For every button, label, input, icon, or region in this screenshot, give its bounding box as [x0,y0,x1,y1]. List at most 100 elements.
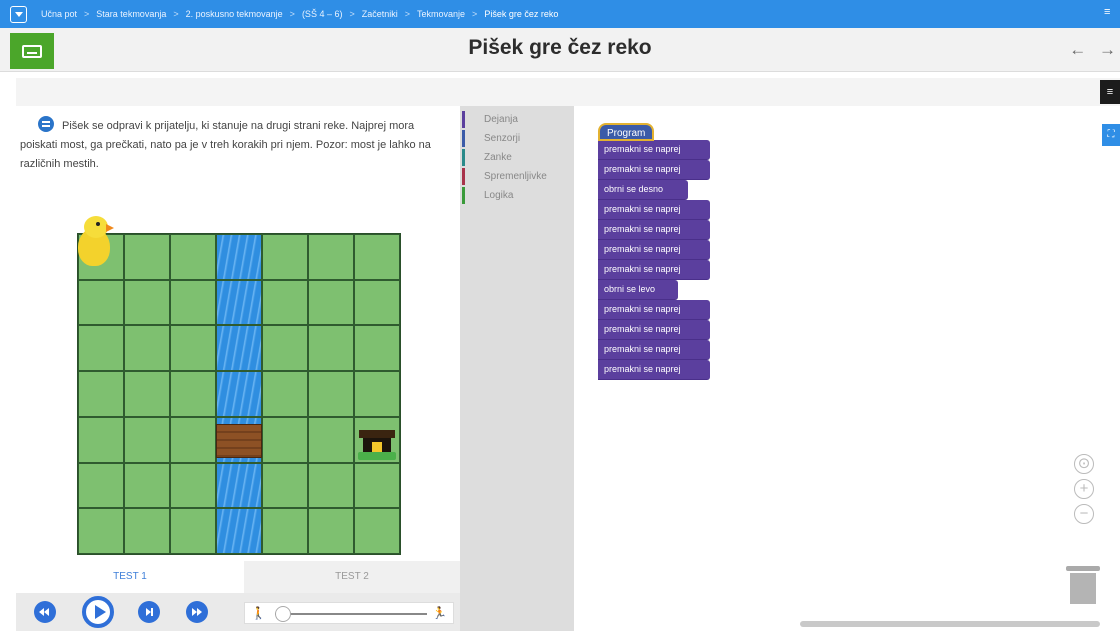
grass-cell [170,462,216,509]
move-forward-block[interactable]: premakni se naprej [598,360,710,380]
run-fast-icon: 🏃 [432,606,447,620]
menu-icon[interactable]: ≡ [1104,6,1114,18]
category-label: Senzorji [484,133,521,144]
grass-cell [124,325,170,372]
move-forward-block[interactable]: premakni se naprej [598,320,710,340]
grass-cell [170,371,216,417]
grass-cell [124,508,170,554]
grass-cell [124,279,170,326]
grass-cell [124,371,170,417]
move-forward-block[interactable]: premakni se naprej [598,240,710,260]
speed-knob[interactable] [275,606,291,622]
water-cell [216,325,262,372]
rewind-button[interactable] [34,601,56,623]
grass-cell [170,416,216,463]
category-label: Zanke [484,152,512,163]
test-tabs: TEST 1 TEST 2 [16,561,460,593]
grass-cell [78,279,124,326]
grass-cell [78,508,124,554]
horizontal-scrollbar[interactable] [800,621,1100,627]
house-roof [359,430,395,438]
breadcrumb-item[interactable]: Učna pot [41,9,77,19]
grass-cell [78,462,124,509]
breadcrumb-separator: > [349,9,355,19]
breadcrumb-item[interactable]: Stara tekmovanja [96,9,166,19]
recenter-icon[interactable]: ⊙ [1074,454,1094,474]
grass-cell [78,371,124,417]
breadcrumb-separator: > [289,9,295,19]
toolbox-category-logic[interactable]: Logika [460,186,574,205]
task-description: Pišek se odpravi k prijatelju, ki stanuj… [20,116,440,174]
grass-cell [78,325,124,372]
block-stack: premakni se naprej premakni se naprej obrn… [598,140,710,380]
grass-cell [262,508,308,554]
sub-toolbar [16,78,1120,106]
grass-cell [170,325,216,372]
water-cell [216,462,262,509]
grass-cell [308,416,354,463]
water-cell [216,371,262,417]
breadcrumb-item[interactable]: Tekmovanje [417,9,465,19]
move-forward-block[interactable]: premakni se naprej [598,220,710,240]
grass-cell [124,234,170,280]
program-start-block[interactable]: Program [598,123,655,141]
speed-slider[interactable]: 🚶 🏃 [244,602,454,624]
toolbox-category-sensors[interactable]: Senzorji [460,129,574,148]
category-color-swatch [462,111,465,128]
breadcrumb-item[interactable]: 2. poskusno tekmovanje [186,9,283,19]
house-lawn [358,452,396,460]
play-button[interactable] [82,596,114,628]
zoom-out-icon[interactable]: − [1074,504,1094,524]
grass-cell [308,325,354,372]
move-forward-block[interactable]: premakni se naprej [598,200,710,220]
tab-test-1[interactable]: TEST 1 [16,561,244,593]
blockly-workspace[interactable]: Program premakni se naprej premakni se na… [574,106,1120,631]
page-title: Pišek gre čez reko [468,36,652,59]
info-icon [38,116,54,132]
breadcrumb-separator: > [404,9,411,19]
block-toolbox: Dejanja Senzorji Zanke Spremenljivke Log… [460,106,574,631]
category-color-swatch [462,187,465,204]
breadcrumb-item[interactable]: (SŠ 4 – 6) [302,9,343,19]
category-color-swatch [462,168,465,185]
toolbox-category-actions[interactable]: Dejanja [460,110,574,129]
side-menu-icon[interactable]: ≡ [1100,80,1120,104]
category-label: Logika [484,190,514,201]
grass-cell [308,462,354,509]
turn-left-block[interactable]: obrni se levo [598,280,678,300]
turn-right-block[interactable]: obrni se desno [598,180,688,200]
move-forward-block[interactable]: premakni se naprej [598,160,710,180]
title-bar: Pišek gre čez reko ← → [0,28,1120,72]
toolbox-category-variables[interactable]: Spremenljivke [460,167,574,186]
program-stack[interactable]: Program premakni se naprej premakni se na… [598,123,710,380]
step-button[interactable] [138,601,160,623]
fast-forward-button[interactable] [186,601,208,623]
move-forward-block[interactable]: premakni se naprej [598,140,710,160]
trash-bin [1070,573,1096,604]
zoom-controls: ⊙ + − [1074,454,1098,529]
move-forward-block[interactable]: premakni se naprej [598,340,710,360]
toolbox-category-loops[interactable]: Zanke [460,148,574,167]
grass-cell [124,462,170,509]
tab-test-2[interactable]: TEST 2 [244,561,460,593]
speed-track[interactable] [275,613,427,615]
trash-icon[interactable] [1066,566,1100,604]
category-color-swatch [462,149,465,166]
move-forward-block[interactable]: premakni se naprej [598,260,710,280]
task-text: Pišek se odpravi k prijatelju, ki stanuj… [20,120,431,170]
fullscreen-icon[interactable]: ⛶ [1102,124,1120,146]
breadcrumb-current: Pišek gre čez reko [484,9,559,19]
breadcrumb-separator: > [472,9,478,19]
breadcrumb-separator: > [84,9,90,19]
move-forward-block[interactable]: premakni se naprej [598,300,710,320]
grass-cell [262,234,308,280]
grass-cell [354,371,400,417]
breadcrumb-item[interactable]: Začetniki [362,9,398,19]
prev-next-arrows-icon[interactable]: ← → [1069,40,1120,60]
zoom-in-icon[interactable]: + [1074,479,1094,499]
grass-cell [262,462,308,509]
water-cell [216,279,262,326]
grass-cell [354,508,400,554]
bridge-sprite [216,424,262,458]
dropdown-icon[interactable] [10,5,27,23]
